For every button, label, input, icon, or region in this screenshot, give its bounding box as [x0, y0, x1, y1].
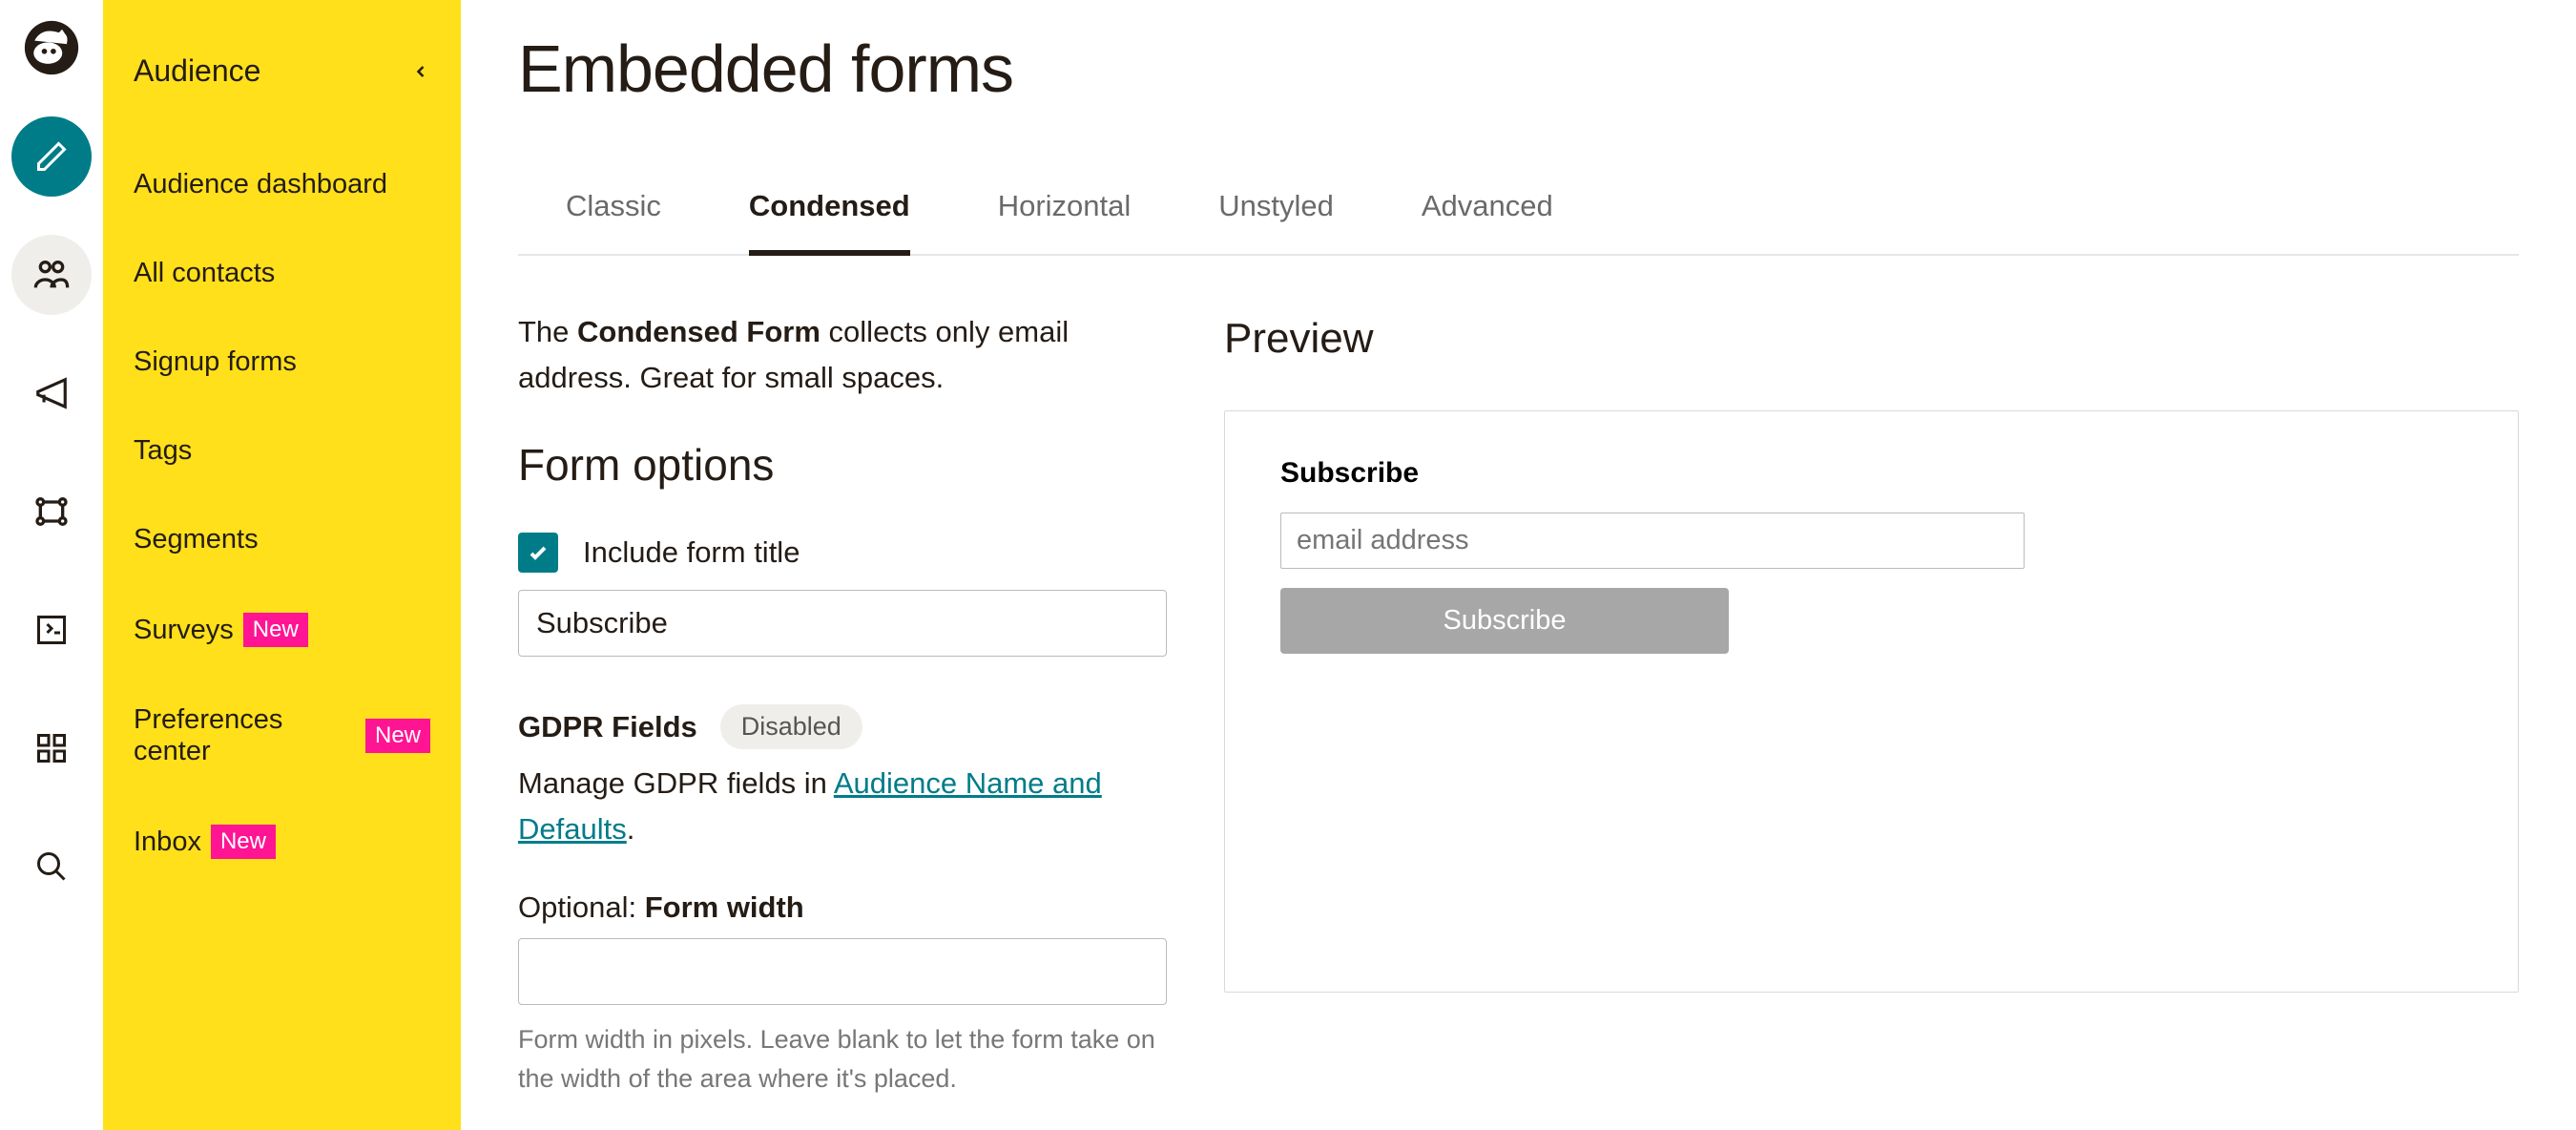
form-options-heading: Form options [518, 439, 1167, 491]
tab-classic[interactable]: Classic [566, 174, 661, 256]
audience-icon[interactable] [11, 235, 92, 315]
preview-email-input[interactable] [1280, 513, 2025, 569]
main-content: Embedded forms Classic Condensed Horizon… [461, 0, 2576, 1130]
chevron-left-icon[interactable] [411, 62, 430, 81]
icon-rail [0, 0, 103, 1130]
search-icon[interactable] [11, 827, 92, 907]
tab-condensed[interactable]: Condensed [749, 174, 910, 256]
include-title-checkbox[interactable] [518, 533, 558, 573]
tab-unstyled[interactable]: Unstyled [1218, 174, 1334, 256]
include-title-label: Include form title [583, 535, 800, 570]
automations-icon[interactable] [11, 471, 92, 552]
form-description: The Condensed Form collects only email a… [518, 309, 1167, 401]
form-title-input[interactable] [518, 590, 1167, 657]
preview-heading: Preview [1224, 315, 2519, 363]
tab-horizontal[interactable]: Horizontal [998, 174, 1132, 256]
sidebar-title: Audience [134, 53, 260, 89]
sidebar-item-surveys[interactable]: SurveysNew [134, 613, 430, 647]
website-icon[interactable] [11, 590, 92, 670]
form-width-input[interactable] [518, 938, 1167, 1005]
page-title: Embedded forms [518, 31, 2519, 107]
preview-panel: Subscribe Subscribe [1224, 410, 2519, 993]
form-width-hint: Form width in pixels. Leave blank to let… [518, 1020, 1167, 1098]
logo-icon[interactable] [21, 17, 82, 78]
sidebar: Audience Audience dashboard All contacts… [103, 0, 461, 1130]
form-width-label: Optional: Form width [518, 890, 1167, 925]
new-badge: New [211, 825, 276, 859]
sidebar-item-dashboard[interactable]: Audience dashboard [134, 169, 430, 200]
sidebar-item-contacts[interactable]: All contacts [134, 258, 430, 289]
create-icon[interactable] [11, 116, 92, 197]
campaigns-icon[interactable] [11, 353, 92, 433]
new-badge: New [365, 719, 430, 753]
sidebar-item-inbox[interactable]: InboxNew [134, 825, 430, 859]
preview-subscribe-title: Subscribe [1280, 457, 2462, 490]
sidebar-item-preferences[interactable]: Preferences centerNew [134, 704, 430, 767]
tabs: Classic Condensed Horizontal Unstyled Ad… [518, 174, 2519, 256]
sidebar-item-signup-forms[interactable]: Signup forms [134, 346, 430, 378]
gdpr-label: GDPR Fields [518, 710, 697, 744]
content-icon[interactable] [11, 708, 92, 788]
new-badge: New [243, 613, 308, 647]
sidebar-item-tags[interactable]: Tags [134, 435, 430, 467]
sidebar-item-segments[interactable]: Segments [134, 524, 430, 555]
gdpr-status-pill: Disabled [720, 704, 862, 749]
gdpr-help-text: Manage GDPR fields in Audience Name and … [518, 761, 1167, 852]
tab-advanced[interactable]: Advanced [1422, 174, 1553, 256]
preview-subscribe-button[interactable]: Subscribe [1280, 588, 1729, 654]
